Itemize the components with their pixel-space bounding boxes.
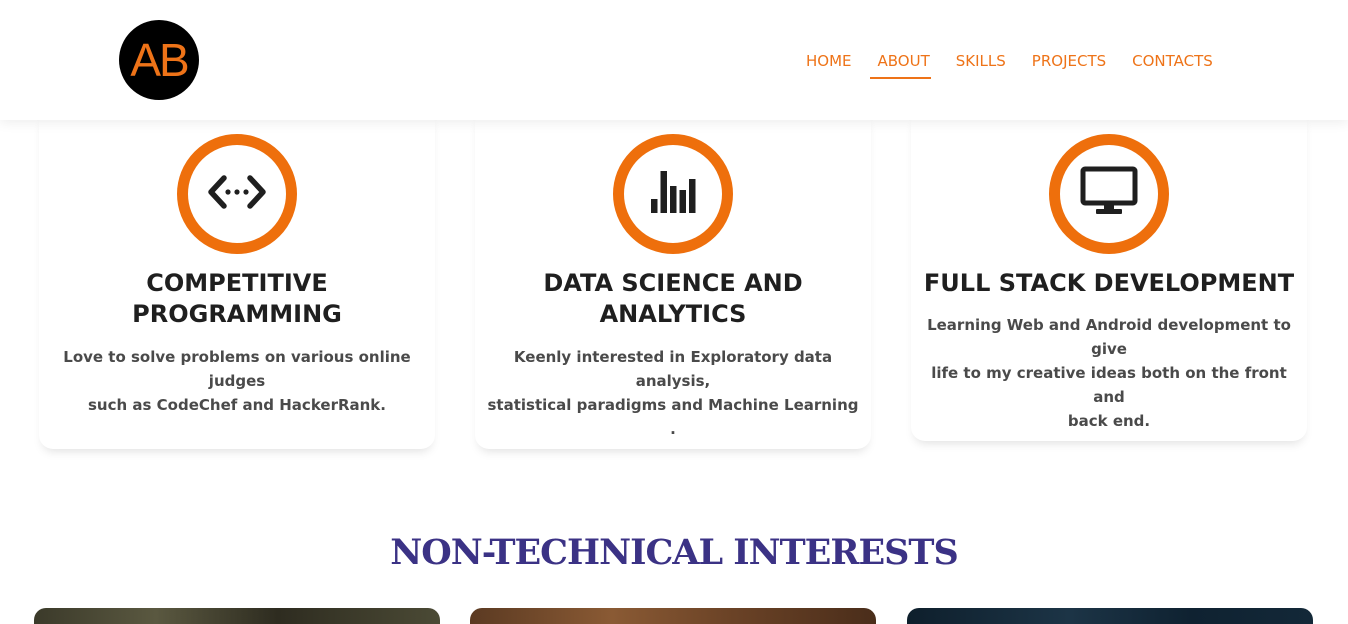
card-text-line: Keenly interested in Exploratory data an… xyxy=(513,348,833,390)
card-title-line: FULL STACK DEVELOPMENT xyxy=(923,269,1295,297)
skill-card-competitive-programming: COMPETITIVE PROGRAMMING Love to solve pr… xyxy=(39,110,435,449)
icon-ring xyxy=(613,134,733,254)
skill-card-data-science: DATA SCIENCE AND ANALYTICS Keenly intere… xyxy=(475,110,871,449)
card-description: Keenly interested in Exploratory data an… xyxy=(475,345,871,441)
card-text-line: life to my creative ideas both on the fr… xyxy=(931,364,1287,406)
icon-ring xyxy=(1049,134,1169,254)
card-title-line: DATA SCIENCE AND xyxy=(543,269,803,297)
nav-skills[interactable]: SKILLS xyxy=(956,51,1006,71)
logo-text: AB xyxy=(130,34,189,86)
card-title: COMPETITIVE PROGRAMMING xyxy=(39,268,435,330)
card-title: FULL STACK DEVELOPMENT xyxy=(911,268,1307,299)
card-description: Love to solve problems on various online… xyxy=(39,345,435,417)
nav-projects[interactable]: PROJECTS xyxy=(1032,51,1106,71)
nav-about[interactable]: ABOUT xyxy=(869,51,932,79)
logo[interactable]: AB xyxy=(119,20,199,100)
interest-image[interactable] xyxy=(470,608,876,624)
interest-image[interactable] xyxy=(907,608,1313,624)
main-nav: HOME ABOUT SKILLS PROJECTS CONTACTS xyxy=(806,51,1213,79)
icon-ring xyxy=(177,134,297,254)
card-text-line: back end. xyxy=(1067,412,1151,430)
skill-card-full-stack: FULL STACK DEVELOPMENT Learning Web and … xyxy=(911,110,1307,441)
card-description: Learning Web and Android development to … xyxy=(911,313,1307,433)
section-title: NON-TECHNICAL INTERESTS xyxy=(390,532,958,573)
bar-chart-icon xyxy=(650,170,696,218)
card-text-line: statistical paradigms and Machine Learni… xyxy=(487,396,859,438)
card-title: DATA SCIENCE AND ANALYTICS xyxy=(475,268,871,330)
card-text-line: Love to solve problems on various online… xyxy=(63,348,411,390)
card-text-line: Learning Web and Android development to … xyxy=(927,316,1291,358)
code-icon xyxy=(208,172,266,216)
nav-contacts[interactable]: CONTACTS xyxy=(1132,51,1213,71)
card-title-line: ANALYTICS xyxy=(599,300,747,328)
card-text-line: such as CodeChef and HackerRank. xyxy=(87,396,386,414)
card-title-line: COMPETITIVE xyxy=(146,269,328,297)
nav-home[interactable]: HOME xyxy=(806,51,852,71)
desktop-icon xyxy=(1080,166,1138,222)
card-title-line: PROGRAMMING xyxy=(132,300,342,328)
interest-image[interactable] xyxy=(34,608,440,624)
site-header: AB HOME ABOUT SKILLS PROJECTS CONTACTS xyxy=(0,0,1348,120)
